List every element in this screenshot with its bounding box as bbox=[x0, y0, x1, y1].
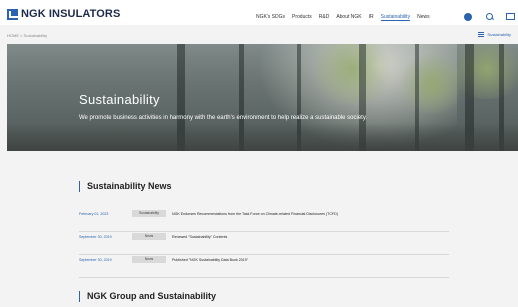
logo-mark-icon bbox=[7, 8, 18, 20]
mail-icon[interactable] bbox=[506, 13, 515, 20]
news-title[interactable]: NGK Endorses Recommendations from the Ta… bbox=[172, 212, 338, 216]
news-tag: News bbox=[132, 256, 166, 263]
hero-description: We promote business activities in harmon… bbox=[79, 115, 368, 121]
nav-item-about[interactable]: About NGK bbox=[336, 14, 361, 21]
news-title[interactable]: Renewed "Sustainability" Contents bbox=[172, 235, 227, 239]
news-item[interactable]: February 01, 2023 Sustainability NGK End… bbox=[79, 209, 449, 232]
news-tag: News bbox=[132, 233, 166, 240]
news-date: September 30, 2019 bbox=[79, 235, 112, 239]
news-item[interactable]: September 30, 2019 News Renewed "Sustain… bbox=[79, 232, 449, 255]
menu-icon bbox=[478, 32, 485, 37]
nav-item-sustainability[interactable]: Sustainability bbox=[380, 14, 411, 21]
logo-text: NGK INSULATORS bbox=[21, 8, 121, 20]
page: NGK INSULATORS NGK's SDGs Products R&D A… bbox=[0, 0, 518, 307]
page-title: Sustainability bbox=[79, 92, 160, 107]
news-tag: Sustainability bbox=[132, 210, 166, 217]
nav-item-news[interactable]: News bbox=[417, 14, 430, 21]
hero-banner: Sustainability We promote business activ… bbox=[7, 44, 518, 151]
news-list: February 01, 2023 Sustainability NGK End… bbox=[79, 209, 449, 278]
nav-item-ir[interactable]: IR bbox=[369, 14, 374, 21]
nav-item-sdgs[interactable]: NGK's SDGs bbox=[256, 14, 285, 21]
site-header: NGK INSULATORS NGK's SDGs Products R&D A… bbox=[0, 0, 518, 25]
main-nav: NGK's SDGs Products R&D About NGK IR Sus… bbox=[256, 14, 430, 21]
nav-item-products[interactable]: Products bbox=[292, 14, 312, 21]
nav-item-rnd[interactable]: R&D bbox=[319, 14, 330, 21]
news-date: February 01, 2023 bbox=[79, 212, 109, 216]
news-title[interactable]: Published "NGK Sustainability Data Book … bbox=[172, 258, 248, 262]
sustainability-menu-button[interactable]: Sustainability bbox=[478, 32, 511, 37]
search-icon[interactable] bbox=[486, 13, 494, 21]
breadcrumb[interactable]: HOME > Sustainability bbox=[7, 33, 47, 38]
hero-floor bbox=[7, 123, 518, 151]
news-item[interactable]: September 30, 2019 News Published "NGK S… bbox=[79, 255, 449, 278]
globe-icon[interactable] bbox=[464, 13, 472, 21]
news-date: September 30, 2019 bbox=[79, 258, 112, 262]
group-heading: NGK Group and Sustainability bbox=[79, 291, 216, 302]
logo[interactable]: NGK INSULATORS bbox=[7, 8, 120, 20]
sustainability-menu-label: Sustainability bbox=[487, 32, 511, 37]
news-heading: Sustainability News bbox=[79, 181, 172, 192]
